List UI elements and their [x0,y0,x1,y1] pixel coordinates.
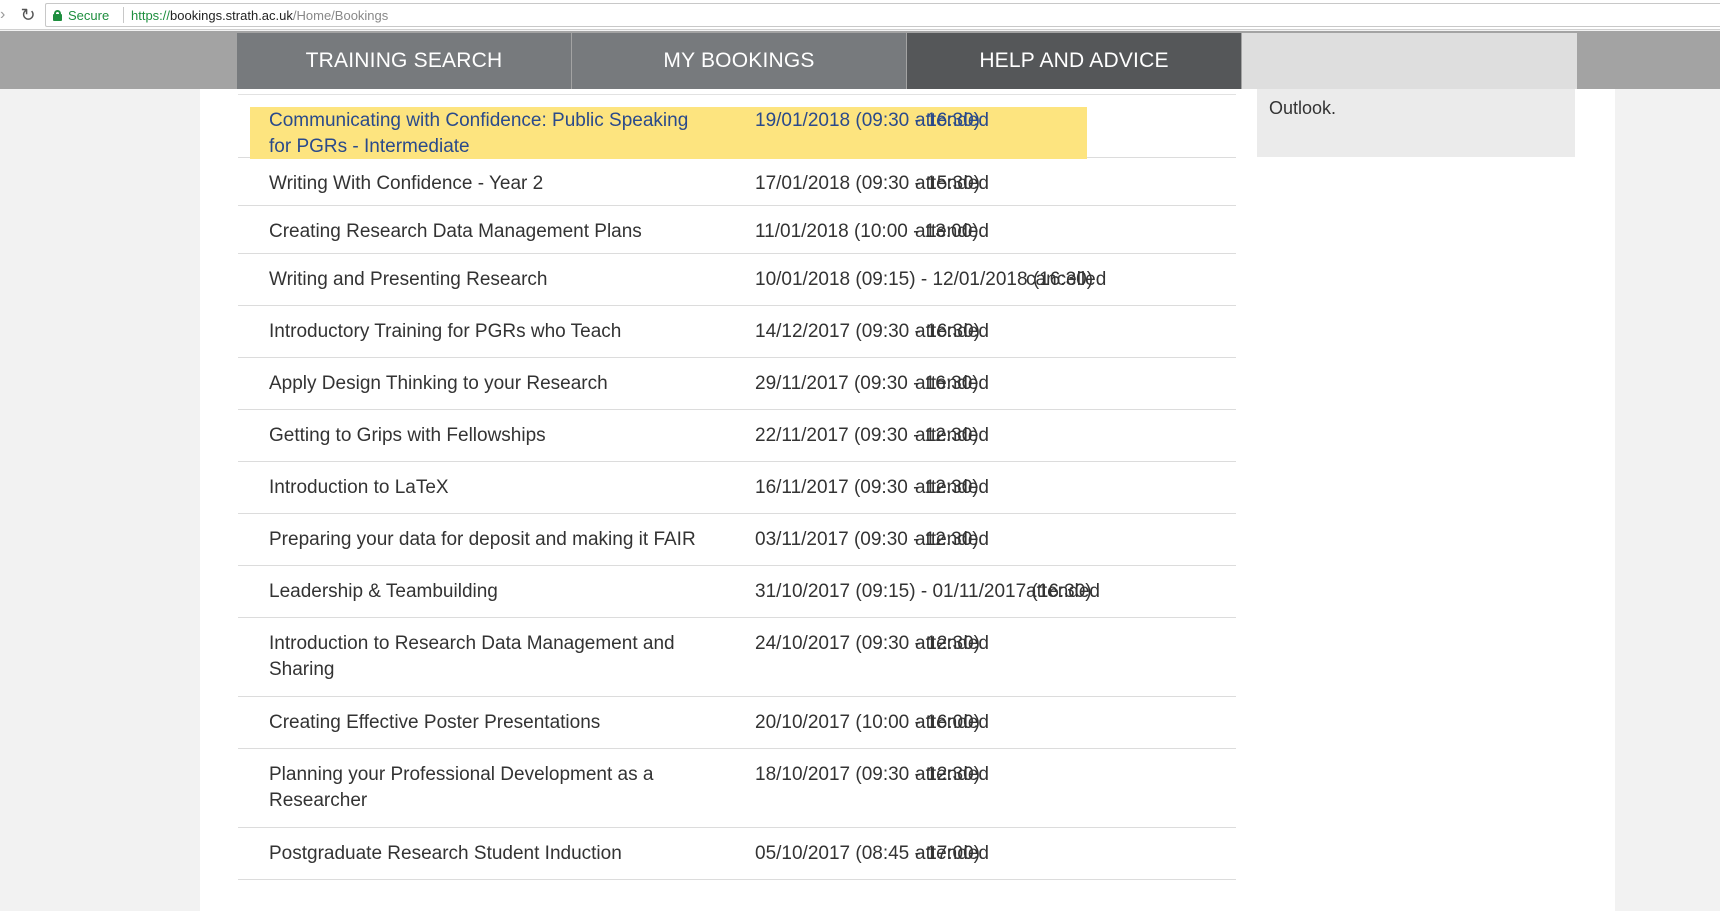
browser-address-bar: › ↻ Secure https://bookings.strath.ac.uk… [0,0,1720,30]
booking-row[interactable]: Apply Design Thinking to your Research 2… [238,358,1236,410]
secure-label: Secure [68,8,110,23]
booking-title[interactable]: Creating Effective Poster Presentations [269,710,709,736]
booking-title[interactable]: Writing and Presenting Research [269,267,709,293]
booking-status: attended [915,373,989,394]
booking-row[interactable]: Planning your Professional Development a… [238,749,1236,828]
booking-title[interactable]: Leadership & Teambuilding [269,579,709,605]
booking-title[interactable]: Creating Research Data Management Plans [269,219,709,245]
tab-training-search[interactable]: TRAINING SEARCH [237,33,571,89]
booking-status: attended [915,529,989,550]
booking-title[interactable]: Apply Design Thinking to your Research [269,371,709,397]
main-navigation: TRAINING SEARCH MY BOOKINGS HELP AND ADV… [237,33,1578,89]
booking-row[interactable]: Introduction to LaTeX 16/11/2017 (09:30 … [238,462,1236,514]
side-info-panel: Outlook. [1257,89,1575,157]
booking-row[interactable]: Postgraduate Research Student Induction … [238,828,1236,880]
booking-status: attended [915,110,989,131]
booking-title[interactable]: Introduction to Research Data Management… [269,631,709,683]
booking-status: attended [915,477,989,498]
booking-row[interactable]: Getting to Grips with Fellowships 22/11/… [238,410,1236,462]
booking-title[interactable]: Communicating with Confidence: Public Sp… [269,108,709,160]
booking-row[interactable]: Creating Research Data Management Plans … [238,206,1236,254]
url-host: bookings.strath.ac.uk [170,8,293,23]
nav-blank-slot [1242,33,1577,89]
booking-row[interactable]: Communicating with Confidence: Public Sp… [238,95,1236,160]
booking-status: cancelled [1026,269,1107,290]
booking-status: attended [915,221,989,242]
lock-icon [53,10,62,21]
booking-title[interactable]: Writing With Confidence - Year 2 [269,171,709,197]
side-panel-text: Outlook. [1269,98,1337,118]
booking-title[interactable]: Planning your Professional Development a… [269,762,709,814]
reload-icon[interactable]: ↻ [18,5,38,25]
booking-status: attended [915,425,989,446]
booking-status: attended [915,173,989,194]
booking-title[interactable]: Preparing your data for deposit and maki… [269,527,709,553]
booking-row[interactable]: Creating Effective Poster Presentations … [238,697,1236,749]
booking-row[interactable]: Writing and Presenting Research 10/01/20… [238,254,1236,306]
tab-help-and-advice[interactable]: HELP AND ADVICE [907,33,1241,89]
url-text[interactable]: https://bookings.strath.ac.uk/Home/Booki… [131,8,388,24]
back-arrow-icon[interactable]: › [0,7,10,23]
booking-row[interactable]: Introductory Training for PGRs who Teach… [238,306,1236,358]
url-path: /Home/Bookings [292,8,389,23]
tab-my-bookings[interactable]: MY BOOKINGS [572,33,906,89]
booking-row[interactable]: Introduction to Research Data Management… [238,618,1236,697]
url-separator [123,7,124,23]
booking-title[interactable]: Introduction to LaTeX [269,475,709,501]
booking-status: attended [915,712,989,733]
booking-status: attended [915,321,989,342]
booking-row[interactable]: Preparing your data for deposit and maki… [238,514,1236,566]
booking-status: attended [1026,581,1100,602]
url-field[interactable]: Secure https://bookings.strath.ac.uk/Hom… [45,3,1720,27]
booking-title[interactable]: Introductory Training for PGRs who Teach [269,319,709,345]
booking-status: attended [915,764,989,785]
url-protocol: https:// [131,8,171,23]
bookings-list: Communicating with Confidence: Public Sp… [238,95,1236,880]
booking-row[interactable]: Writing With Confidence - Year 2 17/01/2… [238,158,1236,206]
booking-title[interactable]: Getting to Grips with Fellowships [269,423,709,449]
booking-row[interactable]: Leadership & Teambuilding 31/10/2017 (09… [238,566,1236,618]
booking-title[interactable]: Postgraduate Research Student Induction [269,841,709,867]
booking-status: attended [915,843,989,864]
booking-status: attended [915,633,989,654]
